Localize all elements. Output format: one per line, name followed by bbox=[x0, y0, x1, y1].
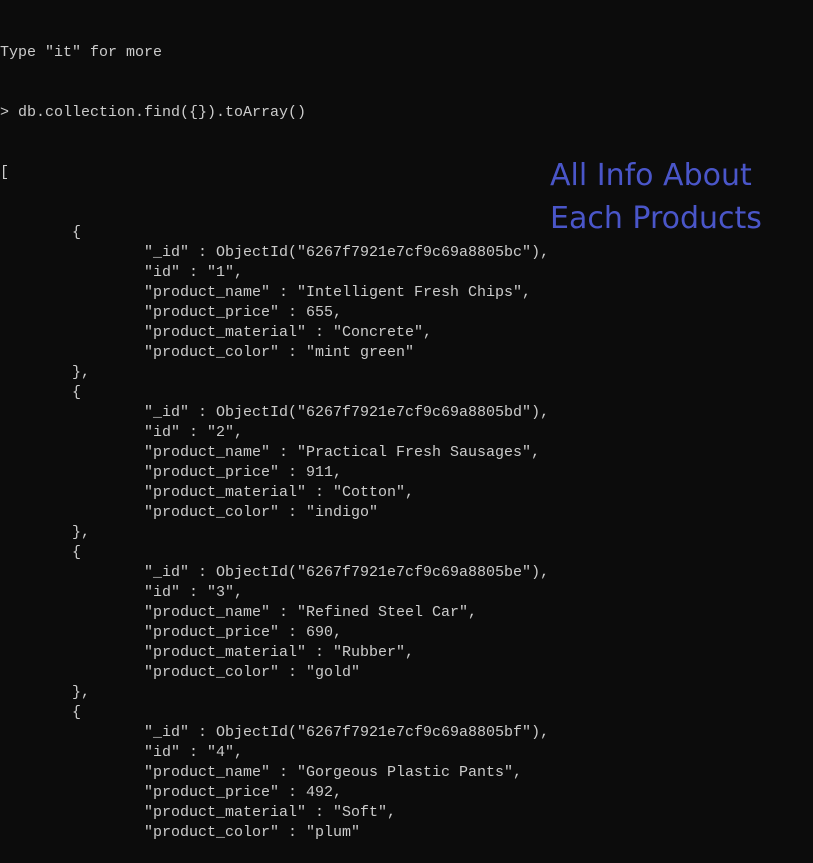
command-line: > db.collection.find({}).toArray() bbox=[0, 104, 307, 121]
field-product-material: "product_material" : "Cotton", bbox=[144, 484, 415, 501]
hint-line: Type "it" for more bbox=[0, 44, 163, 61]
field-_id: "_id" : ObjectId("6267f7921e7cf9c69a8805… bbox=[144, 724, 550, 741]
field-_id: "_id" : ObjectId("6267f7921e7cf9c69a8805… bbox=[144, 404, 550, 421]
field-product-material: "product_material" : "Soft", bbox=[144, 804, 397, 821]
field-id: "id" : "4", bbox=[144, 744, 244, 761]
object-open: { bbox=[72, 544, 82, 561]
field-product-color: "product_color" : "mint green" bbox=[144, 344, 415, 361]
field-product-material: "product_material" : "Concrete", bbox=[144, 324, 433, 341]
field-product-color: "product_color" : "plum" bbox=[144, 824, 361, 841]
object-open: { bbox=[72, 224, 82, 241]
field-product-material: "product_material" : "Rubber", bbox=[144, 644, 415, 661]
field-product-name: "product_name" : "Intelligent Fresh Chip… bbox=[144, 284, 532, 301]
field-product-price: "product_price" : 655, bbox=[144, 304, 343, 321]
object-open: { bbox=[72, 384, 82, 401]
object-close: }, bbox=[72, 684, 91, 701]
field-product-name: "product_name" : "Refined Steel Car", bbox=[144, 604, 478, 621]
terminal-output: Type "it" for more > db.collection.find(… bbox=[0, 3, 549, 863]
document-list: { "_id" : ObjectId("6267f7921e7cf9c69a880… bbox=[0, 223, 549, 843]
field-id: "id" : "3", bbox=[144, 584, 244, 601]
annotation-line-1: All Info About bbox=[550, 158, 752, 193]
field-product-price: "product_price" : 911, bbox=[144, 464, 343, 481]
field-_id: "_id" : ObjectId("6267f7921e7cf9c69a8805… bbox=[144, 244, 550, 261]
object-close: }, bbox=[72, 364, 91, 381]
field-product-color: "product_color" : "indigo" bbox=[144, 504, 379, 521]
field-product-color: "product_color" : "gold" bbox=[144, 664, 361, 681]
open-bracket: [ bbox=[0, 164, 10, 181]
annotation-line-2: Each Products bbox=[550, 201, 762, 236]
field-product-name: "product_name" : "Gorgeous Plastic Pants… bbox=[144, 764, 523, 781]
field-product-name: "product_name" : "Practical Fresh Sausag… bbox=[144, 444, 541, 461]
object-open: { bbox=[72, 704, 82, 721]
field-id: "id" : "2", bbox=[144, 424, 244, 441]
field-product-price: "product_price" : 492, bbox=[144, 784, 343, 801]
object-close: }, bbox=[72, 524, 91, 541]
field-_id: "_id" : ObjectId("6267f7921e7cf9c69a8805… bbox=[144, 564, 550, 581]
annotation: All Info About Each Products bbox=[550, 154, 762, 240]
field-product-price: "product_price" : 690, bbox=[144, 624, 343, 641]
field-id: "id" : "1", bbox=[144, 264, 244, 281]
